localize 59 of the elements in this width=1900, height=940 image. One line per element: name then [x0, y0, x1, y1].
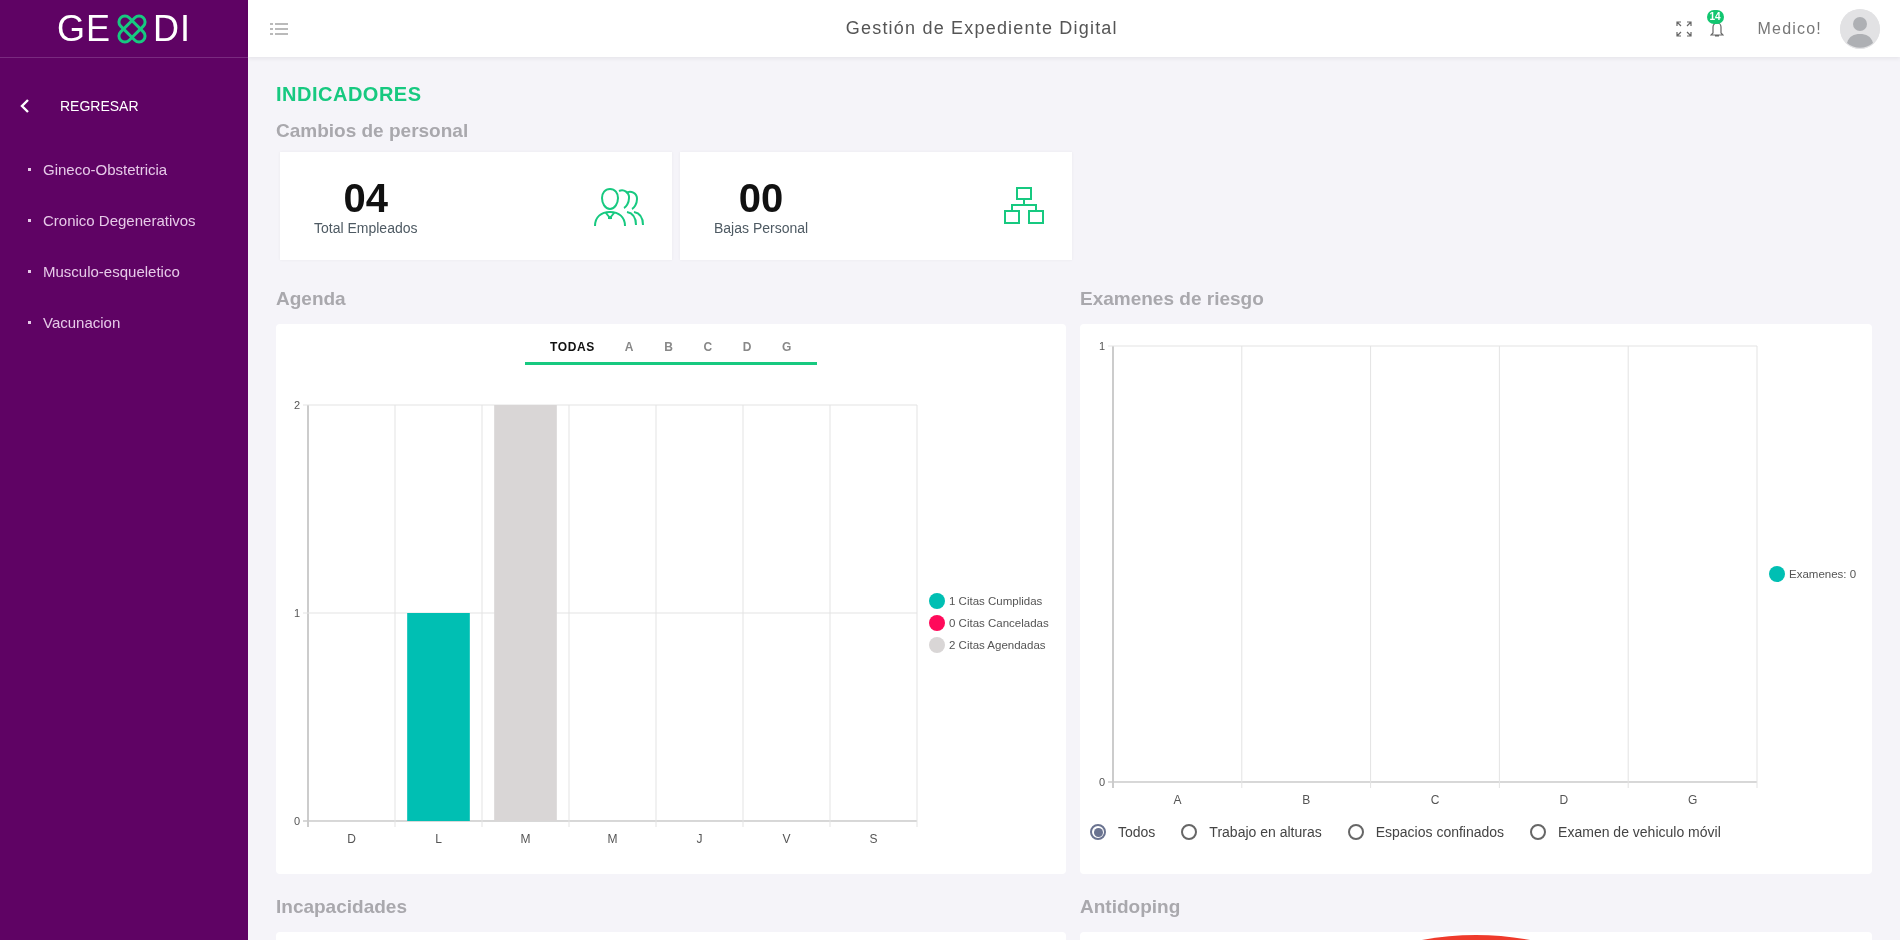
stat-label: Total Empleados: [314, 220, 418, 236]
x-tick-label: D: [1559, 793, 1569, 807]
x-tick-label: L: [435, 832, 442, 846]
app-title: Gestión de Expediente Digital: [844, 18, 1119, 39]
page-title: INDICADORES: [276, 83, 423, 106]
y-tick-label: 0: [293, 815, 300, 827]
section-title: Agenda: [276, 288, 347, 310]
filter-tab[interactable]: B: [649, 336, 689, 362]
x-tick-label: C: [1430, 793, 1440, 807]
chevron-left-icon: [20, 98, 30, 114]
sidebar-item[interactable]: Musculo-esqueletico: [0, 246, 248, 297]
radio-option[interactable]: Espacios confinados: [1347, 824, 1505, 840]
filter-tab[interactable]: TODAS: [535, 336, 610, 362]
fullscreen-icon[interactable]: [1675, 20, 1692, 37]
section-title: Cambios de personal: [276, 120, 470, 142]
radio-option[interactable]: Examen de vehiculo móvil: [1530, 824, 1721, 840]
hierarchy-icon: [1004, 187, 1044, 225]
x-tick-label: M: [520, 832, 531, 846]
sidebar-item[interactable]: Cronico Degenerativos: [0, 195, 248, 246]
notification-badge: 14: [1706, 9, 1724, 24]
radio-circle[interactable]: [1090, 824, 1106, 840]
y-tick-label: 1: [1098, 340, 1105, 352]
stat-label: Bajas Personal: [714, 220, 809, 236]
radio-circle[interactable]: [1347, 824, 1364, 840]
x-tick-label: D: [347, 832, 356, 846]
x-tick-label: B: [1302, 793, 1311, 807]
user-name: Medico!: [1757, 19, 1822, 38]
filter-tab[interactable]: A: [609, 336, 650, 362]
x-tick-label: V: [782, 832, 791, 846]
legend-label: 2 Citas Agendadas: [949, 639, 1046, 651]
back-button[interactable]: REGRESAR: [20, 98, 248, 114]
x-tick-label: J: [696, 832, 703, 846]
people-icon: [594, 185, 644, 227]
stat-value: 04: [343, 176, 388, 220]
filter-tab[interactable]: C: [688, 336, 728, 362]
legend-label: 0 Citas Canceladas: [949, 617, 1049, 629]
radio-circle[interactable]: [1181, 824, 1198, 840]
logo-text: DI: [153, 7, 191, 50]
section-title: Incapacidades: [276, 896, 408, 918]
logo-text: GE: [57, 7, 111, 50]
filter-tab[interactable]: D: [727, 336, 767, 362]
x-tick-label: S: [869, 832, 878, 846]
x-tick-label: G: [1687, 793, 1698, 807]
sidebar-item[interactable]: Vacunacion: [0, 297, 248, 348]
y-tick-label: 2: [293, 399, 300, 411]
x-tick-label: A: [1173, 793, 1182, 807]
section-title: Examenes de riesgo: [1080, 288, 1265, 310]
legend-label: 1 Citas Cumplidas: [949, 595, 1043, 607]
x-tick-label: M: [607, 832, 618, 846]
stat-value: 00: [738, 176, 784, 220]
radio-option[interactable]: Trabajo en alturas: [1181, 824, 1322, 840]
y-tick-label: 1: [293, 607, 300, 619]
y-tick-label: 0: [1098, 776, 1105, 788]
radio-option[interactable]: Todos: [1090, 824, 1156, 840]
section-title: Antidoping: [1080, 896, 1182, 918]
radio-circle[interactable]: [1530, 824, 1547, 840]
filter-tab[interactable]: G: [767, 336, 807, 362]
sidebar-item[interactable]: Gineco-Obstetricia: [0, 144, 248, 195]
legend-label: Examenes: 0: [1789, 568, 1857, 580]
